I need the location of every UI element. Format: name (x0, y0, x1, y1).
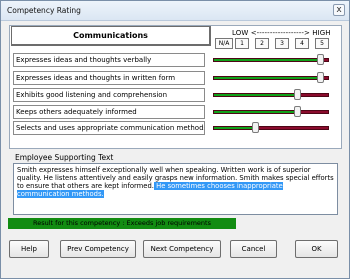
slider-fill (214, 77, 321, 79)
scale-button-5[interactable]: 5 (315, 38, 329, 49)
slider-track (213, 126, 329, 130)
criterion-label: Exhibits good listening and comprehensio… (13, 88, 205, 102)
rating-panel: Communications LOW <------------------> … (9, 25, 342, 149)
rating-slider[interactable] (213, 71, 329, 85)
result-banner: Result for this competency : Exceeds job… (8, 218, 236, 229)
title-bar: Competency Rating x (1, 1, 349, 21)
scale-low: LOW (232, 29, 249, 37)
rating-slider[interactable] (213, 53, 329, 67)
slider-thumb[interactable] (252, 122, 259, 133)
criterion-label: Keeps others adequately informed (13, 105, 205, 119)
scale-button-4[interactable]: 4 (295, 38, 309, 49)
prev-competency-button[interactable]: Prev Competency (60, 240, 136, 258)
comment-label: Employee Supporting Text (15, 153, 114, 162)
scale-button-na[interactable]: N/A (215, 38, 233, 49)
rating-slider[interactable] (213, 121, 329, 135)
slider-thumb[interactable] (317, 72, 324, 83)
scale-button-3[interactable]: 3 (275, 38, 289, 49)
slider-fill (214, 94, 298, 96)
criterion-label: Expresses ideas and thoughts in written … (13, 71, 205, 85)
slider-fill (214, 59, 321, 61)
slider-fill (214, 127, 256, 129)
slider-fill (214, 111, 298, 113)
comment-textarea[interactable]: Smith expresses himself exceptionally we… (13, 163, 338, 215)
slider-track (213, 93, 329, 97)
window-title: Competency Rating (7, 6, 81, 15)
rating-slider[interactable] (213, 105, 329, 119)
criterion-label: Expresses ideas and thoughts verbally (13, 53, 205, 67)
close-button[interactable]: x (333, 4, 345, 16)
help-button[interactable]: Help (9, 240, 49, 258)
slider-thumb[interactable] (294, 89, 301, 100)
scale-high: HIGH (312, 29, 331, 37)
slider-thumb[interactable] (294, 106, 301, 117)
scale-header: LOW <------------------> HIGH (232, 29, 331, 37)
slider-track (213, 76, 329, 80)
next-competency-button[interactable]: Next Competency (143, 240, 221, 258)
rating-slider[interactable] (213, 88, 329, 102)
scale-button-2[interactable]: 2 (255, 38, 269, 49)
ok-button[interactable]: OK (295, 240, 338, 258)
competency-heading: Communications (11, 26, 211, 46)
slider-thumb[interactable] (317, 54, 324, 65)
criterion-label: Selects and uses appropriate communicati… (13, 121, 205, 135)
slider-track (213, 110, 329, 114)
cancel-button[interactable]: Cancel (230, 240, 277, 258)
slider-track (213, 58, 329, 62)
scale-button-1[interactable]: 1 (235, 38, 249, 49)
scale-arrow: <------------------> (250, 29, 310, 37)
competency-rating-window: Competency Rating x Communications LOW <… (0, 0, 350, 279)
